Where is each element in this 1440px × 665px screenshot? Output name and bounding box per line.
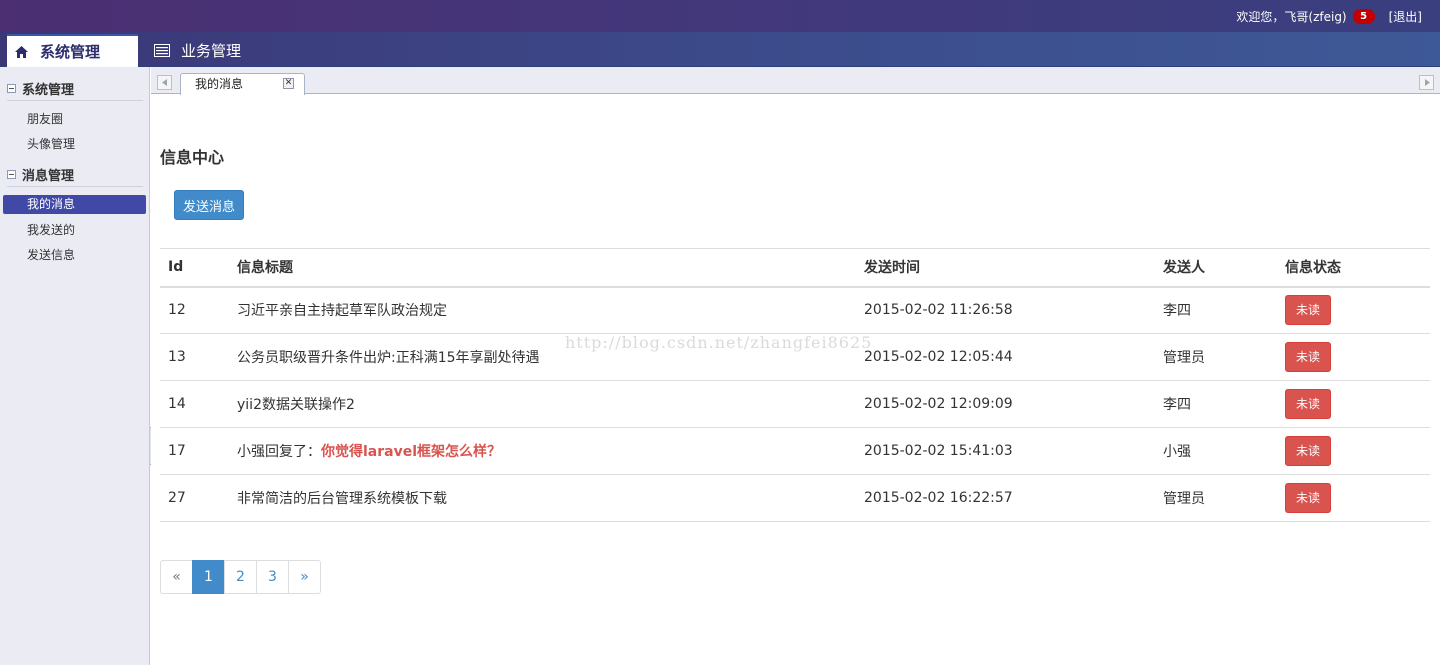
cell-status: 未读 — [1277, 474, 1430, 522]
sidebar-item-avatar[interactable]: 头像管理 — [3, 135, 146, 154]
message-title-link[interactable]: 习近平亲自主持起草军队政治规定 — [237, 303, 447, 319]
cell-title: 习近平亲自主持起草军队政治规定 — [224, 286, 856, 334]
cell-status: 未读 — [1277, 380, 1430, 428]
sidebar-item-moments[interactable]: 朋友圈 — [3, 110, 146, 129]
cell-id: 17 — [160, 427, 224, 475]
col-header-status: 信息状态 — [1277, 248, 1430, 288]
cell-sender: 李四 — [1155, 286, 1277, 334]
cell-time: 2015-02-02 15:41:03 — [856, 427, 1155, 475]
status-unread-button[interactable]: 未读 — [1285, 342, 1331, 372]
send-message-button[interactable]: 发送消息 — [174, 190, 244, 220]
col-header-title: 信息标题 — [224, 248, 856, 288]
cell-status: 未读 — [1277, 333, 1430, 381]
status-unread-button[interactable]: 未读 — [1285, 436, 1331, 466]
sidebar-group-system[interactable]: 系统管理 — [7, 77, 143, 101]
content-area: 信息中心 发送消息 Id 信息标题 发送时间 发送人 信息状态 12 习近平亲自… — [151, 95, 1440, 665]
pagination-next[interactable]: » — [288, 560, 321, 594]
cell-id: 27 — [160, 474, 224, 522]
main-nav: 系统管理 业务管理 — [0, 32, 1440, 67]
collapse-icon — [7, 170, 16, 179]
cell-time: 2015-02-02 11:26:58 — [856, 286, 1155, 334]
nav-tab-business-management[interactable]: 业务管理 — [150, 34, 270, 67]
message-title-link[interactable]: 非常简洁的后台管理系统模板下载 — [237, 491, 447, 507]
table-row: 14 yii2数据关联操作2 2015-02-02 12:09:09 李四 未读 — [160, 380, 1430, 428]
sidebar-item-send-info[interactable]: 发送信息 — [3, 246, 146, 265]
tab-strip: 我的消息 ✕ — [151, 67, 1440, 95]
cell-status: 未读 — [1277, 427, 1430, 475]
cell-sender: 小强 — [1155, 427, 1277, 475]
tab-scroll-right[interactable] — [1419, 75, 1434, 90]
table-header-row: Id 信息标题 发送时间 发送人 信息状态 — [160, 248, 1430, 288]
cell-sender: 李四 — [1155, 380, 1277, 428]
welcome-text: 欢迎您，飞哥(zfeig) — [1236, 10, 1347, 24]
cell-id: 13 — [160, 333, 224, 381]
chevron-left-icon — [161, 79, 167, 86]
tab-scroll-left[interactable] — [157, 75, 172, 90]
nav-tab-label: 业务管理 — [181, 42, 242, 60]
list-icon — [154, 43, 170, 59]
message-title-highlight[interactable]: 你觉得laravel框架怎么样？ — [321, 444, 501, 460]
sidebar-item-my-messages[interactable]: 我的消息 — [3, 195, 146, 214]
pagination-page-1[interactable]: 1 — [192, 560, 225, 594]
cell-time: 2015-02-02 12:05:44 — [856, 333, 1155, 381]
collapse-icon — [7, 84, 16, 93]
col-header-sender: 发送人 — [1155, 248, 1277, 288]
nav-tab-system-management[interactable]: 系统管理 — [7, 34, 138, 67]
pagination-page-2[interactable]: 2 — [224, 560, 257, 594]
tab-my-messages[interactable]: 我的消息 ✕ — [180, 73, 305, 95]
logout-link[interactable]: [退出] — [1389, 8, 1422, 25]
sidebar-group-label: 消息管理 — [22, 169, 75, 184]
sidebar-item-sent[interactable]: 我发送的 — [3, 221, 146, 240]
sidebar-group-messages[interactable]: 消息管理 — [7, 163, 143, 187]
page-title: 信息中心 — [160, 148, 225, 167]
cell-sender: 管理员 — [1155, 474, 1277, 522]
status-unread-button[interactable]: 未读 — [1285, 295, 1331, 326]
sidebar-group-label: 系统管理 — [22, 83, 75, 98]
message-title-link[interactable]: 公务员职级晋升条件出炉:正科满15年享副处待遇 — [237, 350, 540, 366]
nav-tab-label: 系统管理 — [40, 43, 101, 61]
cell-sender: 管理员 — [1155, 333, 1277, 381]
cell-time: 2015-02-02 16:22:57 — [856, 474, 1155, 522]
close-icon[interactable]: ✕ — [283, 78, 294, 89]
col-header-id: Id — [160, 248, 224, 288]
unread-badge[interactable]: 5 — [1352, 9, 1375, 24]
top-bar: 欢迎您，飞哥(zfeig) 5 [退出] — [0, 0, 1440, 32]
cell-id: 12 — [160, 286, 224, 334]
cell-time: 2015-02-02 12:09:09 — [856, 380, 1155, 428]
table-row: 17 小强回复了：你觉得laravel框架怎么样？ 2015-02-02 15:… — [160, 427, 1430, 475]
cell-title: 公务员职级晋升条件出炉:正科满15年享副处待遇 — [224, 333, 856, 381]
pagination: « 1 2 3 » — [160, 560, 321, 594]
pagination-prev[interactable]: « — [160, 560, 193, 594]
table-row: 12 习近平亲自主持起草军队政治规定 2015-02-02 11:26:58 李… — [160, 286, 1430, 334]
sidebar: 系统管理 朋友圈 头像管理 消息管理 我的消息 我发送的 发送信息 — [0, 67, 150, 665]
user-box: 欢迎您，飞哥(zfeig) 5 [退出] — [1236, 8, 1422, 25]
message-title-link[interactable]: yii2数据关联操作2 — [237, 397, 355, 413]
table-row: 27 非常简洁的后台管理系统模板下载 2015-02-02 16:22:57 管… — [160, 474, 1430, 522]
message-table: Id 信息标题 发送时间 发送人 信息状态 12 习近平亲自主持起草军队政治规定… — [160, 248, 1430, 522]
home-icon — [13, 44, 29, 60]
chevron-right-icon — [1424, 79, 1430, 86]
cell-title: 小强回复了：你觉得laravel框架怎么样？ — [224, 427, 856, 475]
col-header-time: 发送时间 — [856, 248, 1155, 288]
pagination-page-3[interactable]: 3 — [256, 560, 289, 594]
cell-status: 未读 — [1277, 286, 1430, 334]
cell-title: 非常简洁的后台管理系统模板下载 — [224, 474, 856, 522]
tab-label: 我的消息 — [195, 77, 244, 91]
table-row: 13 公务员职级晋升条件出炉:正科满15年享副处待遇 2015-02-02 12… — [160, 333, 1430, 381]
cell-id: 14 — [160, 380, 224, 428]
status-unread-button[interactable]: 未读 — [1285, 483, 1331, 513]
cell-title: yii2数据关联操作2 — [224, 380, 856, 428]
message-title-link[interactable]: 小强回复了： — [237, 444, 321, 460]
status-unread-button[interactable]: 未读 — [1285, 389, 1331, 419]
